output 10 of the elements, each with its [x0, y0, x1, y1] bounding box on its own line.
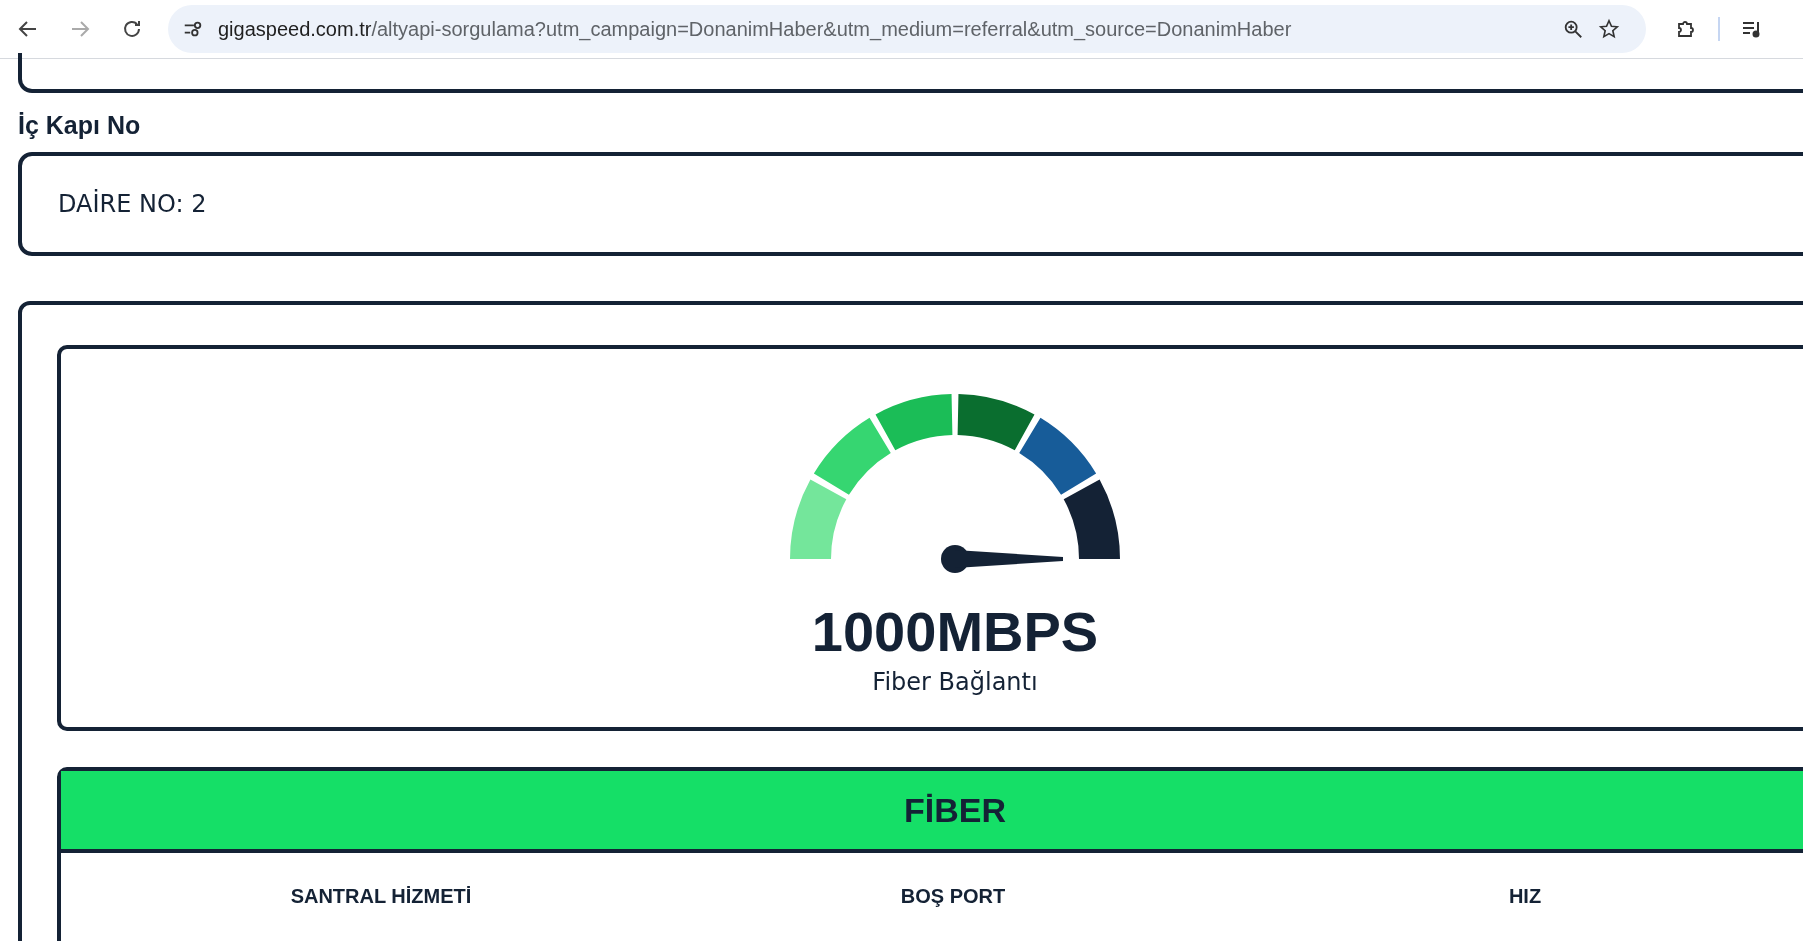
star-icon[interactable] [1598, 18, 1620, 40]
zoom-icon[interactable] [1562, 18, 1584, 40]
door-number-field[interactable]: DAİRE NO: 2 [18, 152, 1803, 256]
speed-value: 1000MBPS [810, 599, 1100, 664]
column-header: BOŞ PORT [899, 885, 1007, 908]
column-header: HIZ [1507, 885, 1543, 908]
column-header: SANTRAL HİZMETİ [289, 885, 473, 908]
table-title: FİBER [61, 771, 1803, 853]
connection-type: Fiber Bağlantı [871, 668, 1039, 696]
field-label: İç Kapı No [18, 111, 142, 140]
